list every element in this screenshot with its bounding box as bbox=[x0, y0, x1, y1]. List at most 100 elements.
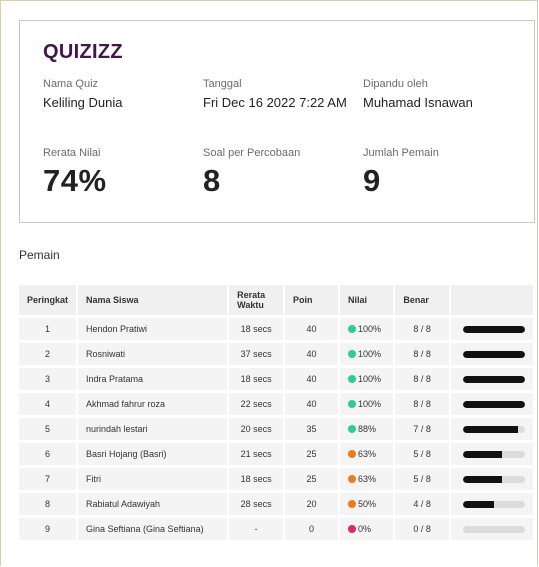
points-cell: 20 bbox=[285, 493, 341, 515]
progress-cell bbox=[450, 343, 535, 365]
host-value: Muhamad Isnawan bbox=[363, 95, 473, 110]
score-progress-bar bbox=[462, 425, 525, 433]
score-progress-fill bbox=[462, 325, 525, 333]
score-status-icon bbox=[348, 500, 357, 508]
rank-cell: 3 bbox=[19, 368, 79, 390]
avg-time-cell: 37 secs bbox=[229, 343, 286, 365]
score-value: 100% bbox=[358, 349, 382, 359]
correct-cell: 7 / 8 bbox=[395, 418, 451, 440]
student-name-cell: Rosniwati bbox=[78, 343, 230, 365]
correct-cell: 5 / 8 bbox=[395, 468, 451, 490]
points-cell: 35 bbox=[285, 418, 341, 440]
header-score: Nilai bbox=[340, 285, 396, 315]
correct-cell: 8 / 8 bbox=[395, 368, 451, 390]
student-name-cell: Gina Seftiana (Gina Seftiana) bbox=[78, 518, 230, 540]
table-row[interactable]: 6 Basri Hojang (Basri) 21 secs 25 63% 5 / 8 bbox=[19, 443, 535, 465]
table-row[interactable]: 2 Rosniwati 37 secs 40 100% 8 / 8 bbox=[19, 343, 535, 365]
avg-score-field: Rerata Nilai 74% bbox=[43, 147, 107, 199]
score-value: 100% bbox=[358, 374, 382, 384]
correct-cell: 4 / 8 bbox=[395, 493, 451, 515]
points-cell: 40 bbox=[285, 318, 341, 340]
table-row[interactable]: 9 Gina Seftiana (Gina Seftiana) -0 0% 0 / 8 bbox=[19, 518, 535, 540]
score-status-icon bbox=[348, 425, 357, 433]
quiz-name-label: Nama Quiz bbox=[43, 78, 99, 90]
rank-cell: 4 bbox=[19, 393, 79, 415]
score-value: 88% bbox=[358, 424, 377, 434]
student-name-cell: Basri Hojang (Basri) bbox=[78, 443, 230, 465]
points-cell: 40 bbox=[285, 343, 341, 365]
table-row[interactable]: 8 Rabiatul Adawiyah 28 secs 20 50% 4 / 8 bbox=[19, 493, 535, 515]
avg-time-cell: 18 secs bbox=[229, 368, 286, 390]
correct-cell: 8 / 8 bbox=[395, 393, 451, 415]
table-row[interactable]: 3 Indra Pratama 18 secs 40 100% 8 / 8 bbox=[19, 368, 535, 390]
progress-cell bbox=[450, 518, 535, 540]
avg-score-value: 74% bbox=[43, 163, 107, 198]
quiz-name-field: Nama Quiz Keliling Dunia bbox=[43, 78, 123, 110]
score-cell: 50% bbox=[340, 493, 396, 515]
score-value: 63% bbox=[358, 449, 377, 459]
questions-field: Soal per Percobaan 8 bbox=[203, 147, 300, 199]
progress-cell bbox=[450, 493, 535, 515]
score-progress-bar bbox=[462, 525, 525, 533]
score-status-icon bbox=[348, 525, 357, 533]
progress-cell bbox=[450, 368, 535, 390]
players-table: Peringkat Nama Siswa Rerata Waktu Poin N… bbox=[19, 282, 535, 543]
score-value: 0% bbox=[358, 524, 372, 534]
rank-cell: 6 bbox=[19, 443, 79, 465]
table-row[interactable]: 7 Fitri 18 secs 25 63% 5 / 8 bbox=[19, 468, 535, 490]
players-label: Jumlah Pemain bbox=[363, 147, 439, 159]
score-progress-fill bbox=[462, 400, 525, 408]
correct-cell: 5 / 8 bbox=[395, 443, 451, 465]
score-progress-fill bbox=[462, 425, 518, 433]
table-header-row: Peringkat Nama Siswa Rerata Waktu Poin N… bbox=[19, 285, 535, 315]
score-progress-fill bbox=[462, 500, 494, 508]
score-progress-fill bbox=[462, 475, 502, 483]
rank-cell: 8 bbox=[19, 493, 79, 515]
score-progress-bar bbox=[462, 375, 525, 383]
student-name-cell: Indra Pratama bbox=[78, 368, 230, 390]
score-cell: 63% bbox=[340, 443, 396, 465]
host-field: Dipandu oleh Muhamad Isnawan bbox=[363, 78, 473, 110]
progress-cell bbox=[450, 443, 535, 465]
rank-cell: 1 bbox=[19, 318, 79, 340]
rank-cell: 7 bbox=[19, 468, 79, 490]
progress-cell bbox=[450, 418, 535, 440]
score-value: 100% bbox=[358, 399, 382, 409]
header-name: Nama Siswa bbox=[78, 285, 230, 315]
progress-cell bbox=[450, 468, 535, 490]
correct-cell: 8 / 8 bbox=[395, 318, 451, 340]
players-value: 9 bbox=[363, 163, 381, 198]
table-row[interactable]: 4 Akhmad fahrur roza 22 secs 40 100% 8 / 8 bbox=[19, 393, 535, 415]
score-progress-fill bbox=[462, 450, 502, 458]
progress-cell bbox=[450, 318, 535, 340]
score-progress-fill bbox=[462, 375, 525, 383]
avg-time-cell: 18 secs bbox=[229, 468, 286, 490]
student-name-cell: nurindah lestari bbox=[78, 418, 230, 440]
rank-cell: 5 bbox=[19, 418, 79, 440]
score-progress-bar bbox=[462, 450, 525, 458]
table-row[interactable]: 5 nurindah lestari 20 secs 35 88% 7 / 8 bbox=[19, 418, 535, 440]
header-points: Poin bbox=[285, 285, 341, 315]
header-avg-time: Rerata Waktu bbox=[229, 285, 286, 315]
student-name-cell: Hendon Pratiwi bbox=[78, 318, 230, 340]
points-cell: 25 bbox=[285, 468, 341, 490]
score-cell: 100% bbox=[340, 393, 396, 415]
score-cell: 88% bbox=[340, 418, 396, 440]
quiz-name-value: Keliling Dunia bbox=[43, 95, 123, 110]
score-status-icon bbox=[348, 400, 357, 408]
score-status-icon bbox=[348, 375, 357, 383]
avg-time-cell: 21 secs bbox=[229, 443, 286, 465]
score-status-icon bbox=[348, 475, 357, 483]
points-cell: 40 bbox=[285, 393, 341, 415]
student-name-cell: Fitri bbox=[78, 468, 230, 490]
score-progress-bar bbox=[462, 400, 525, 408]
header-rank: Peringkat bbox=[19, 285, 79, 315]
avg-score-label: Rerata Nilai bbox=[43, 147, 101, 159]
score-value: 50% bbox=[358, 499, 377, 509]
header-correct: Benar bbox=[395, 285, 451, 315]
rank-cell: 2 bbox=[19, 343, 79, 365]
rank-cell: 9 bbox=[19, 518, 79, 540]
quizizz-logo: QUIZIZZ bbox=[43, 41, 123, 63]
table-row[interactable]: 1 Hendon Pratiwi 18 secs 40 100% 8 / 8 bbox=[19, 318, 535, 340]
progress-cell bbox=[450, 393, 535, 415]
